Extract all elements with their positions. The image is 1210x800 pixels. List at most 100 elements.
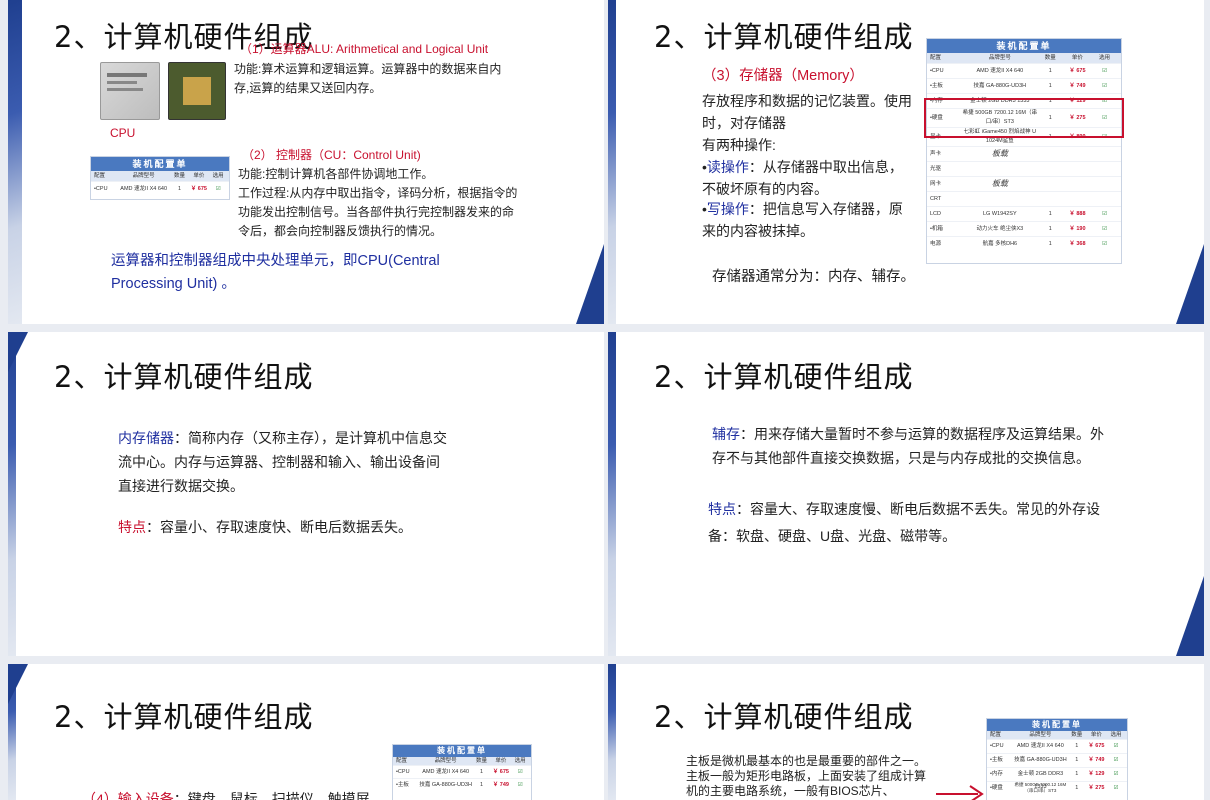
col-header: 配置 — [94, 173, 106, 179]
aux-desc: ：用来存储大量暂时不参与运算的数据程序及运算结果。外存不与其他部件直接交换数据，… — [712, 426, 1104, 466]
checkbox-icon[interactable]: ☑ — [1108, 754, 1125, 767]
slide-title: 2、计算机硬件组成 — [54, 360, 314, 394]
cell-model: 技嘉 GA-880G-UD3H — [973, 83, 1027, 89]
cell-part: •CPU — [930, 68, 944, 74]
memory-ops: 有两种操作: — [702, 137, 776, 153]
slide-title: 2、计算机硬件组成 — [54, 700, 314, 734]
cell-price: ￥ 749 — [492, 782, 509, 788]
col-header: 数量 — [1044, 55, 1056, 61]
cell-qty: 1 — [1048, 83, 1052, 89]
cell-part: •硬盘 — [990, 785, 1003, 791]
table-row: •CPU AMD 速龙II X4 640 1 ￥ 675 ☑ — [987, 739, 1127, 753]
slide-frame-left — [8, 332, 16, 656]
slide-corner-decoration — [1176, 244, 1204, 324]
cu-desc-2: 工作过程:从内存中取出指令，译码分析，根据指令的功能发出控制信号。当各部件执行完… — [238, 186, 518, 238]
feature-desc: ：容量小、存取速度快、断电后数据丢失。 — [146, 519, 412, 535]
slide-title: 2、计算机硬件组成 — [654, 700, 914, 734]
cell-part: •主板 — [396, 782, 409, 788]
cpu-summary: 运算器和控制器组成中央处理单元，即CPU(Central Processing … — [111, 253, 440, 292]
cell-part: •主板 — [930, 83, 943, 89]
slide-3[interactable]: 2、计算机硬件组成 内存储器：简称内存（又称主存），是计算机中信息交流中心。内存… — [8, 332, 604, 656]
cell-price: ￥ 749 — [1088, 757, 1105, 763]
col-header: 单价 — [495, 758, 507, 764]
slide-frame-left — [608, 664, 616, 800]
checkbox-icon[interactable]: ☑ — [210, 182, 227, 196]
cpu-chip-bottom-image — [168, 62, 226, 120]
checkbox-icon[interactable]: ☑ — [1093, 79, 1116, 93]
cell-part: 网卡 — [930, 181, 942, 187]
table-row: •CPU AMD 速龙II X4 640 1 ￥ 675 ☑ — [927, 63, 1121, 78]
ram-features: 特点：容量小、存取速度快、断电后数据丢失。 — [118, 516, 498, 538]
slide-2[interactable]: 2、计算机硬件组成 （3）存储器（Memory） 存放程序和数据的记忆装置。使用… — [608, 0, 1204, 324]
table-row: CRT — [927, 191, 1121, 206]
feature-desc: ：容量大、存取速度慢、断电后数据不丢失。常见的外存设备：软盘、硬盘、U盘、光盘、… — [708, 501, 1100, 544]
slide-frame-left — [608, 332, 616, 656]
table-cols: 配置 品牌型号 数量 单价 选用 — [393, 757, 531, 765]
cu-desc-1: 功能:控制计算机各部件协调地工作。 — [238, 167, 434, 181]
slide-corner-decoration — [576, 244, 604, 324]
col-header: 选用 — [1099, 55, 1111, 61]
cell-qty: 1 — [1075, 743, 1079, 749]
cell-model: 板载 — [991, 149, 1008, 158]
table-row: •CPU AMD 速龙II X4 640 1 ￥ 675 ☑ — [91, 181, 229, 196]
checkbox-icon[interactable]: ☑ — [1108, 740, 1125, 753]
col-header: 品牌型号 — [434, 758, 457, 764]
slide-4[interactable]: 2、计算机硬件组成 辅存：用来存储大量暂时不参与运算的数据程序及运算结果。外存不… — [608, 332, 1204, 656]
cell-model: LG W1942SY — [983, 211, 1017, 217]
table-row: •机箱 动力火车 绝尘侠X3 1 ￥ 190 ☑ — [927, 221, 1121, 236]
table-row: •CPU AMD 速龙II X4 640 1 ￥ 675 ☑ — [393, 765, 531, 778]
config-table: 装机配置单 配置 品牌型号 数量 单价 选用 •CPU AMD 速龙II X4 6… — [392, 744, 532, 800]
mini-table-title: 装机配置单 — [91, 157, 229, 171]
table-title: 装机配置单 — [927, 39, 1121, 53]
table-row: •主板 技嘉 GA-880G-UD3H 1 ￥ 749 ☑ — [927, 78, 1121, 93]
cell-part: •主板 — [990, 757, 1003, 763]
checkbox-icon[interactable]: ☑ — [1108, 782, 1125, 795]
aux-paragraph: 辅存：用来存储大量暂时不参与运算的数据程序及运算结果。外存不与其他部件直接交换数… — [712, 422, 1104, 470]
feature-label: 特点 — [118, 519, 146, 535]
cell-part: LCD — [930, 211, 942, 217]
cell-price: ￥ 675 — [1069, 68, 1086, 74]
cell-part: •内存 — [990, 771, 1003, 777]
slide-frame-left — [608, 0, 616, 324]
col-header: 品牌型号 — [132, 173, 155, 179]
table-row: •主板 技嘉 GA-880G-UD3H 1 ￥ 749 ☑ — [987, 753, 1127, 767]
write-label: 写操作 — [706, 201, 749, 217]
table-title: 装机配置单 — [393, 745, 531, 757]
table-row: 网卡 板载 — [927, 176, 1121, 191]
checkbox-icon[interactable]: ☑ — [512, 779, 529, 791]
checkbox-icon[interactable]: ☑ — [1093, 237, 1116, 251]
checkbox-icon[interactable]: ☑ — [1093, 207, 1116, 221]
cell-price: ￥ 190 — [1069, 226, 1086, 232]
memory-heading: （3）存储器（Memory） — [702, 68, 864, 84]
cell-model: 板载 — [991, 179, 1008, 188]
input-heading: （4）输入设备 — [82, 791, 174, 800]
slide-1[interactable]: 2、计算机硬件组成 （1）运算器ALU: Arithmetical and Lo… — [8, 0, 604, 324]
mini-table-cols: 配置 品牌型号 数量 单价 选用 — [91, 171, 229, 181]
col-header: 选用 — [212, 173, 224, 179]
table-cols: 配置 品牌型号 数量 单价 选用 — [987, 731, 1127, 739]
slide-title: 2、计算机硬件组成 — [654, 20, 914, 54]
slide-corner-decoration — [8, 332, 28, 372]
cell-model: AMD 速龙II X4 640 — [976, 68, 1024, 74]
cpu-chip-image — [100, 62, 160, 120]
checkbox-icon[interactable]: ☑ — [512, 766, 529, 778]
cell-qty: 1 — [178, 186, 182, 192]
cell-model: AMD 速龙II X4 640 — [1017, 743, 1064, 749]
slide-title: 2、计算机硬件组成 — [654, 360, 914, 394]
memory-highlight-box — [924, 98, 1124, 138]
checkbox-icon[interactable]: ☑ — [1108, 768, 1125, 781]
cell-model: 希捷 500GB 7200.12 16M（串口/串）ST3 — [1014, 782, 1067, 793]
col-header: 数量 — [1071, 732, 1083, 738]
slide-6[interactable]: 2、计算机硬件组成 主板是微机最基本的也是最重要的部件之一。主板一般为矩形电路板… — [608, 664, 1204, 800]
table-cols: 配置 品牌型号 数量 单价 选用 — [927, 53, 1121, 63]
cell-part: CRT — [930, 196, 942, 202]
slide-5[interactable]: 2、计算机硬件组成 装机配置单 配置 品牌型号 数量 单价 选用 •CPU AMD… — [8, 664, 604, 800]
read-operation: •读操作：从存储器中取出信息，不破坏原有的内容。 — [702, 159, 903, 197]
cell-qty: 1 — [480, 782, 484, 788]
cell-model: AMD 速龙II X4 640 — [120, 186, 168, 192]
checkbox-icon[interactable]: ☑ — [1093, 64, 1116, 78]
cell-part: 电源 — [930, 241, 942, 247]
checkbox-icon[interactable]: ☑ — [1093, 222, 1116, 236]
feature-label: 特点 — [708, 501, 736, 517]
cell-price: ￥ 675 — [1088, 743, 1105, 749]
